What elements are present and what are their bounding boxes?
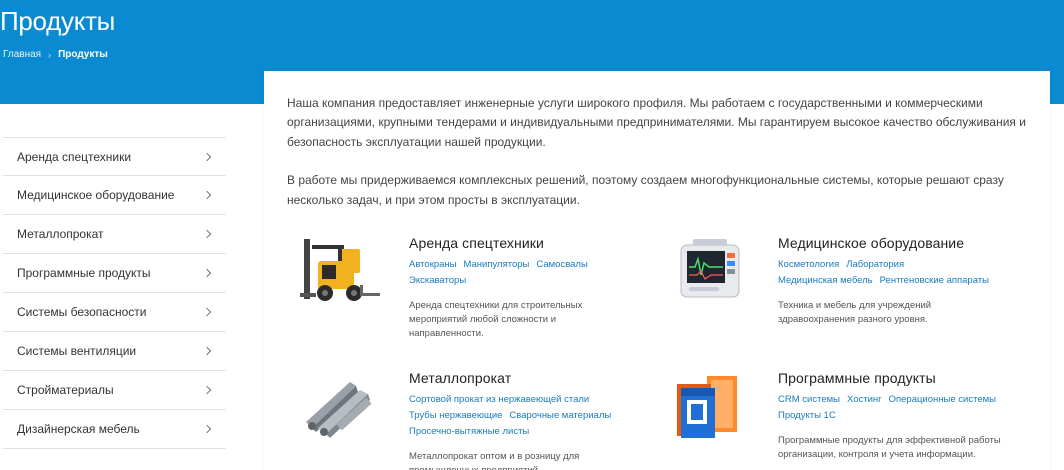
tag-link[interactable]: CRM системы xyxy=(778,394,840,405)
tag-link[interactable]: Операционные системы xyxy=(889,394,996,405)
tag-link[interactable]: Просечно-вытяжные листы xyxy=(409,426,529,437)
sidebar-item-label: Системы безопасности xyxy=(17,305,147,319)
chevron-right-icon xyxy=(202,190,212,200)
main-content: Наша компания предоставляет инженерные у… xyxy=(264,71,1050,470)
sidebar-item-metal[interactable]: Металлопрокат xyxy=(3,215,226,254)
sidebar-item-materials[interactable]: Стройматериалы xyxy=(3,371,226,410)
tag-link[interactable]: Манипуляторы xyxy=(464,259,530,270)
tag-link[interactable]: Продукты 1С xyxy=(778,410,836,421)
sidebar-item-rental[interactable]: Аренда спецтехники xyxy=(3,137,226,176)
tag-link[interactable]: Трубы нержавеющие xyxy=(409,410,502,421)
product-tags: CRM системы Хостинг Операционные системы П… xyxy=(778,392,1028,424)
sidebar-item-label: Системы вентиляции xyxy=(17,344,137,358)
tag-link[interactable]: Экскаваторы xyxy=(409,275,466,286)
metal-beams-icon[interactable] xyxy=(298,370,398,450)
sidebar-item-software[interactable]: Программные продукты xyxy=(3,254,226,293)
product-description: Аренда спецтехники для строительных меро… xyxy=(409,300,583,339)
page-title: Продукты xyxy=(0,6,116,36)
tag-link[interactable]: Самосвалы xyxy=(536,259,587,270)
product-tags: Сортовой прокат из нержавеющей стали Тру… xyxy=(409,392,659,440)
tag-link[interactable]: Рентгеновские аппараты xyxy=(880,275,989,286)
chevron-right-icon: › xyxy=(48,49,52,60)
tag-link[interactable]: Лаборатория xyxy=(846,259,904,270)
intro-paragraph: Наша компания предоставляет инженерные у… xyxy=(287,96,1026,149)
forklift-icon[interactable] xyxy=(298,235,398,315)
tag-link[interactable]: Сортовой прокат из нержавеющей стали xyxy=(409,394,589,405)
chevron-right-icon xyxy=(202,152,212,161)
chevron-right-icon xyxy=(202,268,212,278)
sidebar-item-security[interactable]: Системы безопасности xyxy=(3,293,226,332)
product-description: Техника и мебель для учреждений здравоох… xyxy=(778,300,932,325)
product-tags: Косметология Лаборатория Медицинская мебе… xyxy=(778,257,1028,289)
tag-link[interactable]: Сварочные материалы xyxy=(509,410,611,421)
intro-text: Наша компания предоставляет инженерные у… xyxy=(287,94,1032,210)
product-title[interactable]: Металлопрокат xyxy=(409,370,659,386)
tag-link[interactable]: Медицинская мебель xyxy=(778,275,873,286)
sidebar-item-label: Металлопрокат xyxy=(17,227,104,241)
software-box-icon[interactable] xyxy=(667,370,767,450)
product-description: Программные продукты для эффективной раб… xyxy=(778,435,1001,460)
sidebar-menu: Аренда спецтехники Медицинское оборудова… xyxy=(3,137,226,449)
chevron-right-icon xyxy=(202,346,212,356)
product-title[interactable]: Медицинское оборудование xyxy=(778,235,1028,251)
sidebar-item-label: Дизайнерская мебель xyxy=(17,422,140,436)
breadcrumb: Главная › Продукты xyxy=(3,49,108,60)
product-title[interactable]: Программные продукты xyxy=(778,370,1028,386)
sidebar-item-furniture[interactable]: Дизайнерская мебель xyxy=(3,410,226,449)
tag-link[interactable]: Автокраны xyxy=(409,259,457,270)
tag-link[interactable]: Косметология xyxy=(778,259,839,270)
intro-paragraph: В работе мы придерживаемся комплексных р… xyxy=(287,173,1004,207)
breadcrumb-home-link[interactable]: Главная xyxy=(3,49,41,60)
breadcrumb-current: Продукты xyxy=(58,49,108,60)
sidebar-item-label: Аренда спецтехники xyxy=(17,149,132,164)
chevron-right-icon xyxy=(202,229,212,239)
tag-link[interactable]: Хостинг xyxy=(847,394,882,405)
sidebar-item-label: Медицинское оборудование xyxy=(17,188,175,202)
chevron-right-icon xyxy=(202,307,212,317)
product-title[interactable]: Аренда спецтехники xyxy=(409,235,659,251)
product-tags: Автокраны Манипуляторы Самосвалы Экскавато… xyxy=(409,257,659,289)
sidebar-item-ventilation[interactable]: Системы вентиляции xyxy=(3,332,226,371)
sidebar-item-medical[interactable]: Медицинское оборудование xyxy=(3,176,226,215)
chevron-right-icon xyxy=(202,424,212,434)
sidebar-item-label: Программные продукты xyxy=(17,266,151,280)
chevron-right-icon xyxy=(202,385,212,395)
medical-monitor-icon[interactable] xyxy=(667,235,767,315)
product-description: Металлопрокат оптом и в розницу для пром… xyxy=(409,451,580,470)
sidebar-item-label: Стройматериалы xyxy=(17,383,114,397)
